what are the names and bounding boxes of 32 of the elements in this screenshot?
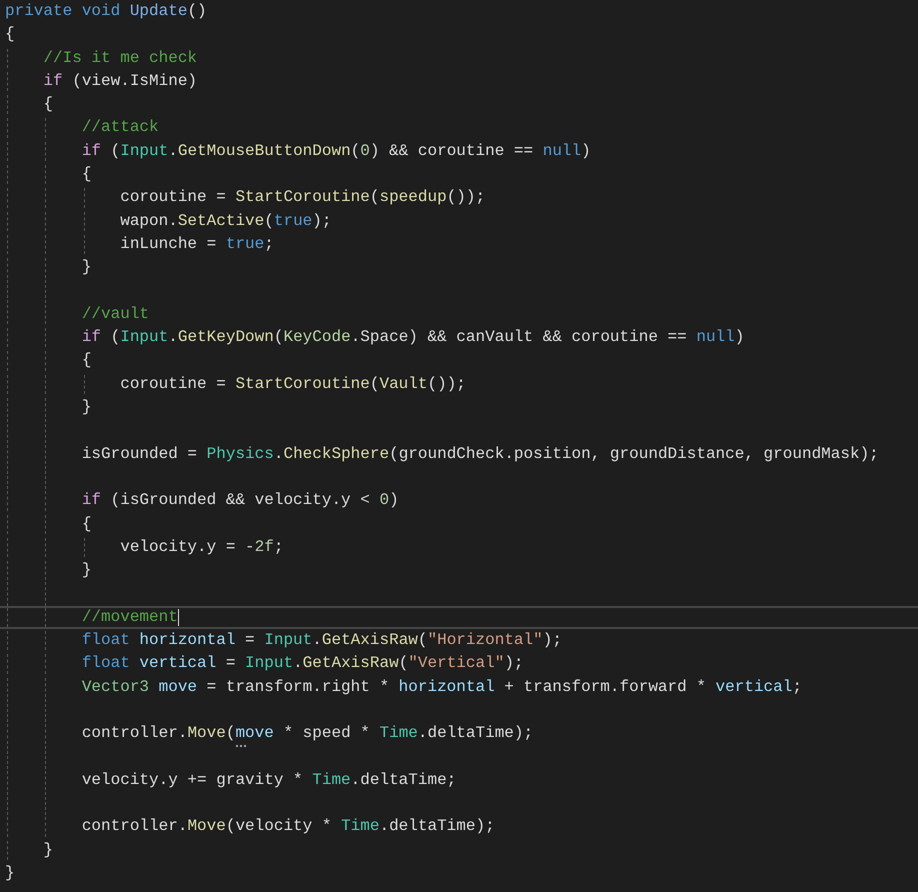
- code-line: velocity.y = -2f;: [120, 538, 284, 557]
- code-line: if (isGrounded && velocity.y < 0): [82, 491, 399, 510]
- code-line: {: [43, 95, 54, 114]
- code-line: //movement: [82, 608, 178, 627]
- code-line: {: [82, 514, 92, 534]
- code-line: Vector3 move = transform.right * horizontal + transform.forward * vertical;: [82, 678, 802, 697]
- code-line: private void Update(): [5, 2, 207, 21]
- code-line: //Is it me check: [43, 48, 198, 68]
- code-line: inLunche = true;: [120, 234, 274, 254]
- code-line: isGrounded = Physics.CheckSphere(groundCheck.position, groundDistance, groundMask);: [82, 444, 879, 464]
- code-line: wapon.SetActive(true);: [120, 212, 332, 231]
- code-line: if (Input.GetKeyDown(KeyCode.Space) && canVault && coroutine == null): [82, 328, 744, 348]
- code-line: }: [43, 840, 54, 860]
- code-line: }: [82, 561, 92, 580]
- code-line: {: [82, 165, 92, 184]
- code-line: coroutine = StartCoroutine(speedup());: [120, 188, 486, 208]
- code-line: //vault: [82, 304, 150, 324]
- code-line: coroutine = StartCoroutine(Vault());: [120, 374, 466, 394]
- code-line: //attack: [82, 118, 159, 138]
- text-cursor-icon: [178, 608, 179, 626]
- code-line: velocity.y += gravity * Time.deltaTime;: [82, 770, 456, 790]
- code-line: {: [5, 25, 15, 44]
- code-line: float vertical = Input.GetAxisRaw("Vertical");: [82, 654, 524, 674]
- code-line: }: [82, 258, 92, 278]
- code-line: if (view.IsMine): [43, 72, 198, 91]
- code-line: if (Input.GetMouseButtonDown(0) && coroutine == null): [82, 142, 591, 161]
- code-line: }: [82, 398, 92, 418]
- code-line: controller.Move(move * speed * Time.deltaTime);: [82, 724, 534, 744]
- code-line: {: [82, 351, 92, 370]
- code-line: }: [5, 864, 15, 883]
- code-line: controller.Move(velocity * Time.deltaTime);: [82, 817, 495, 836]
- code-line: float horizontal = Input.GetAxisRaw("Horizontal");: [82, 631, 562, 650]
